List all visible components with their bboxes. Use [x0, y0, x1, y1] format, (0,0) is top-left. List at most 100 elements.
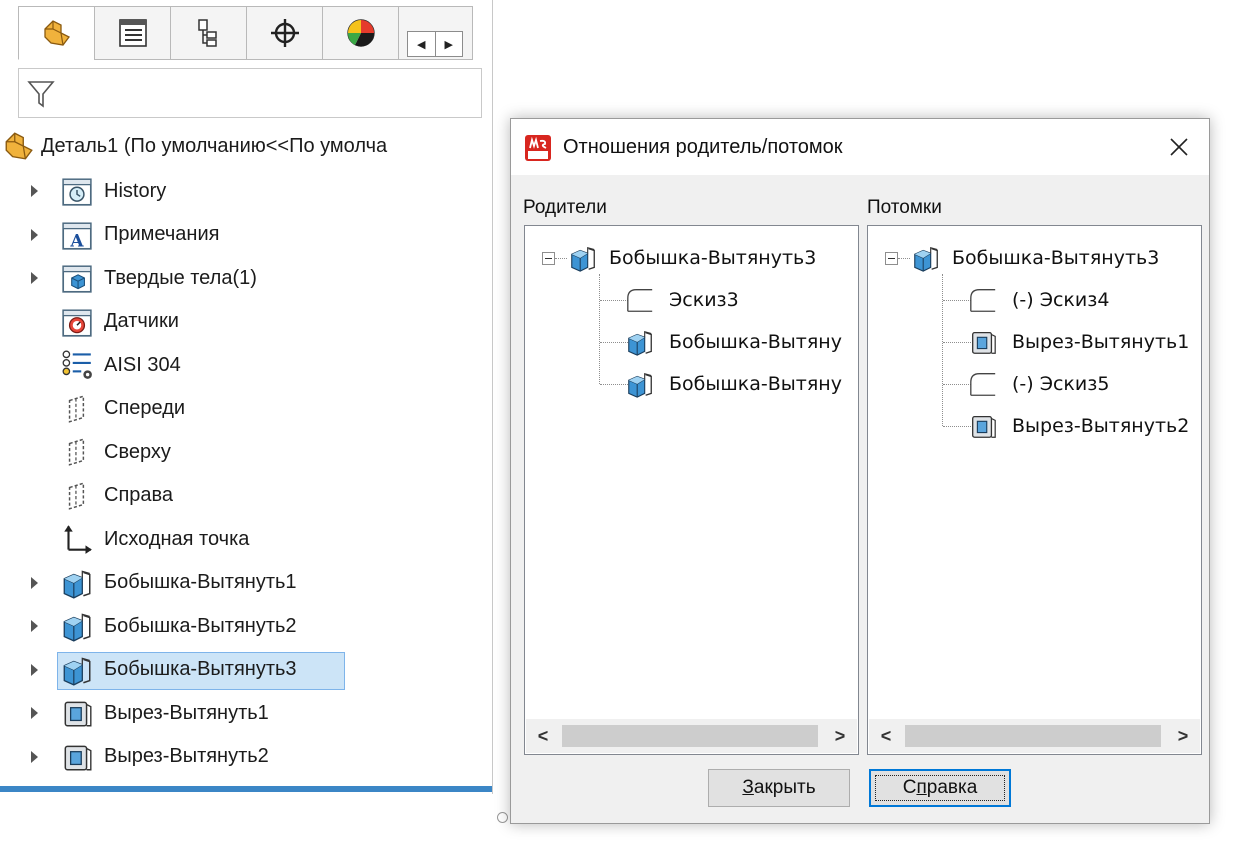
tree-item[interactable]: Справа [0, 476, 493, 516]
history-folder-icon [62, 178, 92, 206]
tree-filter-input[interactable] [18, 68, 482, 118]
plane-icon [68, 438, 85, 466]
tab-scroll-arrows: ◀ ▶ [407, 31, 463, 57]
boss-extrude-icon [914, 246, 938, 272]
solid-bodies-icon [62, 265, 92, 293]
help-button[interactable]: Справка [869, 769, 1011, 807]
cut-extrude-icon [972, 331, 996, 354]
tree-item-label: Вырез-Вытянуть1 [104, 701, 269, 724]
tree-item[interactable]: Вырез-Вытянуть2 [0, 737, 493, 777]
tab-scroll-right-button[interactable]: ▶ [436, 32, 463, 56]
tab-overflow: ◀ ▶ [398, 6, 473, 60]
tree-item[interactable]: Твердые тела(1) [0, 258, 493, 298]
origin-icon [64, 525, 92, 554]
boss-extrude-icon [628, 330, 652, 356]
annotations-icon: A [62, 221, 92, 251]
scroll-thumb[interactable] [905, 725, 1161, 747]
children-tree-item[interactable]: (-) Эскиз4 [868, 282, 1201, 318]
tree-item[interactable]: Бобышка-Вытянуть1 [0, 563, 493, 603]
sketch-icon [970, 289, 996, 312]
parents-tree-item-label: Бобышка-Вытяну [669, 373, 842, 395]
children-tree-item[interactable]: (-) Эскиз5 [868, 366, 1201, 402]
sketch-icon [627, 289, 653, 312]
close-icon [1170, 138, 1188, 156]
tree-item[interactable]: Исходная точка [0, 519, 493, 559]
tree-item-label: Исходная точка [104, 527, 250, 550]
children-tree-item-label: Вырез-Вытянуть1 [1012, 331, 1190, 353]
tree-item[interactable]: Датчики [0, 302, 493, 342]
feature-manager-panel: ◀ ▶ Деталь1 (По умолчанию<<По умолча His… [0, 0, 508, 854]
scroll-right-button[interactable]: > [823, 719, 857, 753]
svg-text:A: A [69, 231, 84, 251]
expand-arrow-icon[interactable] [31, 663, 38, 676]
children-root-label: Бобышка-Вытянуть3 [952, 247, 1160, 269]
tree-item-label: History [104, 179, 167, 202]
expand-arrow-icon[interactable] [31, 620, 38, 632]
plane-icon [68, 481, 85, 510]
rollback-bar[interactable] [0, 786, 493, 792]
cut-extrude-icon [64, 745, 92, 770]
tab-scroll-left-button[interactable]: ◀ [408, 32, 436, 56]
dialog-title: Отношения родитель/потомок [563, 136, 843, 158]
scroll-left-button[interactable]: < [869, 719, 903, 753]
tree-item[interactable]: Вырез-Вытянуть1 [0, 693, 493, 733]
dialog-close-button[interactable] [1149, 119, 1209, 175]
parents-horizontal-scrollbar[interactable]: < > [526, 719, 857, 753]
tree-item[interactable]: Бобышка-Вытянуть3 [0, 650, 493, 690]
children-root-item[interactable]: Бобышка-Вытянуть3 [868, 240, 1201, 276]
children-tree[interactable]: < > Бобышка-Вытянуть3 (-) Эскиз4 Вырез-Выт… [867, 225, 1202, 755]
children-horizontal-scrollbar[interactable]: < > [869, 719, 1200, 753]
tree-item-label: Бобышка-Вытянуть2 [104, 614, 297, 637]
tab-property-manager[interactable] [94, 6, 170, 60]
parents-tree[interactable]: < > Бобышка-Вытянуть3 Эскиз3 Бобышка-Вытян… [524, 225, 859, 755]
tree-item[interactable]: A Примечания [0, 215, 493, 255]
boss-extrude-icon [63, 656, 91, 686]
parent-child-dialog: Отношения родитель/потомок Родители Пото… [510, 118, 1210, 824]
tree-item-label: Примечания [104, 223, 220, 245]
close-button[interactable]: Закрыть [708, 769, 850, 807]
scroll-right-button[interactable]: > [1166, 719, 1200, 753]
close-button-label: Закрыть [742, 777, 816, 798]
tree-item-label: Спереди [104, 397, 186, 419]
tree-item[interactable]: Спереди [0, 389, 493, 429]
tree-item[interactable]: History [0, 171, 493, 211]
expand-arrow-icon[interactable] [31, 750, 38, 763]
expand-arrow-icon[interactable] [31, 707, 38, 719]
parents-tree-item[interactable]: Бобышка-Вытяну [525, 324, 858, 360]
tree-item-label: Датчики [104, 310, 179, 332]
panel-resize-handle[interactable] [497, 812, 508, 823]
boss-extrude-icon [63, 613, 91, 642]
children-tree-item[interactable]: Вырез-Вытянуть1 [868, 324, 1201, 360]
tab-feature-manager[interactable] [18, 6, 94, 60]
boss-extrude-icon [571, 246, 595, 272]
children-tree-item[interactable]: Вырез-Вытянуть2 [868, 408, 1201, 444]
tree-item-label: Твердые тела(1) [104, 266, 257, 289]
tree-item[interactable]: Бобышка-Вытянуть2 [0, 606, 493, 646]
tab-configuration-manager[interactable] [170, 6, 246, 60]
dialog-titlebar[interactable]: Отношения родитель/потомок [511, 119, 1209, 175]
expand-arrow-icon[interactable] [31, 576, 38, 589]
scroll-thumb[interactable] [562, 725, 818, 747]
parents-tree-item[interactable]: Эскиз3 [525, 282, 858, 318]
tree-item-label: AISI 304 [104, 353, 181, 376]
parents-tree-item-label: Эскиз3 [669, 289, 739, 311]
tree-item-label: Вырез-Вытянуть2 [104, 745, 269, 767]
parents-root-item[interactable]: Бобышка-Вытянуть3 [525, 240, 858, 276]
expand-arrow-icon[interactable] [31, 185, 38, 197]
tree-item-label: Сверху [104, 440, 171, 463]
tree-item[interactable]: Сверху [0, 432, 493, 472]
scroll-left-button[interactable]: < [526, 719, 560, 753]
appearance-icon [346, 19, 375, 47]
property-manager-icon [118, 19, 147, 47]
boss-extrude-icon [63, 569, 91, 599]
filter-icon [27, 81, 55, 108]
tab-display-manager[interactable] [322, 6, 398, 60]
expand-arrow-icon[interactable] [31, 228, 38, 241]
expand-arrow-icon[interactable] [31, 272, 38, 284]
tree-item[interactable]: AISI 304 [0, 345, 493, 385]
tab-dimxpert-manager[interactable] [246, 6, 322, 60]
parents-tree-item[interactable]: Бобышка-Вытяну [525, 366, 858, 402]
tree-item-label: Справа [104, 484, 174, 506]
parents-root-label: Бобышка-Вытянуть3 [609, 247, 817, 269]
configuration-manager-icon [197, 19, 217, 47]
